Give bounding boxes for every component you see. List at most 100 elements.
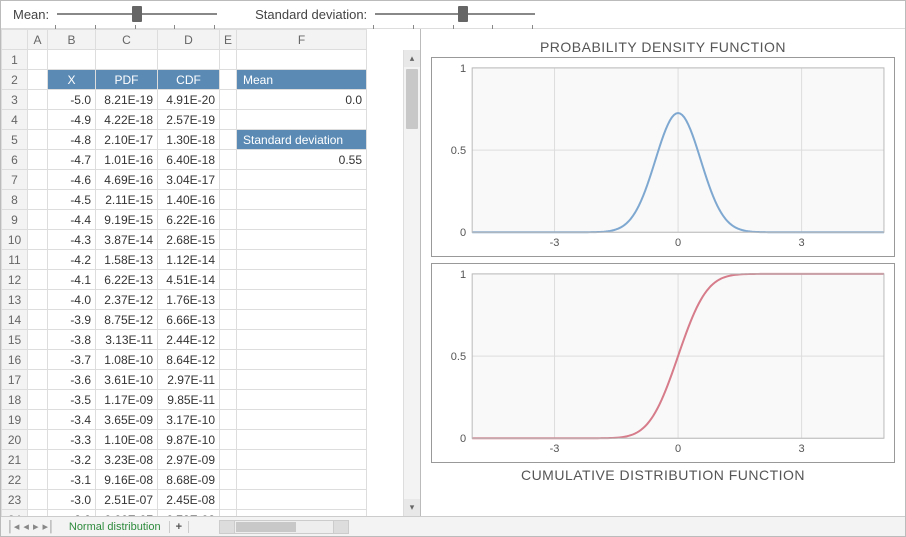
cell[interactable] <box>237 430 367 450</box>
cell[interactable]: 9.16E-08 <box>96 470 158 490</box>
cell[interactable]: 9.87E-10 <box>158 430 220 450</box>
col-header-A[interactable]: A <box>28 30 48 50</box>
header-x[interactable]: X <box>48 70 96 90</box>
cell[interactable]: 2.68E-15 <box>158 230 220 250</box>
cell[interactable]: 6.40E-18 <box>158 150 220 170</box>
cell[interactable]: 2.97E-09 <box>158 450 220 470</box>
cell[interactable]: -3.6 <box>48 370 96 390</box>
cell[interactable] <box>237 270 367 290</box>
row-header[interactable]: 2 <box>2 70 28 90</box>
cell[interactable]: -4.5 <box>48 190 96 210</box>
corner-cell[interactable] <box>2 30 28 50</box>
cell[interactable]: 4.51E-14 <box>158 270 220 290</box>
cell[interactable] <box>28 210 48 230</box>
cell[interactable] <box>28 430 48 450</box>
row-header[interactable]: 17 <box>2 370 28 390</box>
row-header[interactable]: 18 <box>2 390 28 410</box>
cell[interactable] <box>220 430 237 450</box>
cell[interactable]: 2.11E-15 <box>96 190 158 210</box>
cell[interactable] <box>237 470 367 490</box>
cell[interactable]: -3.9 <box>48 310 96 330</box>
cell[interactable] <box>28 250 48 270</box>
cell[interactable]: -3.4 <box>48 410 96 430</box>
cell[interactable]: -3.2 <box>48 450 96 470</box>
cell[interactable]: 9.19E-15 <box>96 210 158 230</box>
row-header[interactable]: 12 <box>2 270 28 290</box>
cell[interactable] <box>220 90 237 110</box>
cell[interactable] <box>220 510 237 517</box>
cell[interactable]: 3.65E-09 <box>96 410 158 430</box>
hscroll-thumb[interactable] <box>236 522 296 532</box>
cell[interactable] <box>237 190 367 210</box>
cell[interactable] <box>237 330 367 350</box>
cell[interactable] <box>237 230 367 250</box>
cell[interactable] <box>237 250 367 270</box>
sheet-tab[interactable]: Normal distribution <box>61 521 170 533</box>
cell[interactable] <box>237 50 367 70</box>
cell[interactable]: 1.01E-16 <box>96 150 158 170</box>
cell[interactable]: 2.51E-07 <box>96 490 158 510</box>
cell[interactable] <box>28 470 48 490</box>
vertical-scrollbar[interactable]: ▴ ▾ <box>403 50 420 516</box>
cell[interactable]: 8.64E-12 <box>158 350 220 370</box>
cell[interactable] <box>237 210 367 230</box>
cell[interactable]: 1.76E-13 <box>158 290 220 310</box>
cell[interactable] <box>220 450 237 470</box>
cell[interactable]: 3.61E-10 <box>96 370 158 390</box>
cell[interactable] <box>220 410 237 430</box>
row-header[interactable]: 6 <box>2 150 28 170</box>
mean-slider[interactable] <box>57 4 217 24</box>
cell[interactable]: 1.10E-08 <box>96 430 158 450</box>
scroll-thumb[interactable] <box>406 69 418 129</box>
col-header-B[interactable]: B <box>48 30 96 50</box>
row-header[interactable]: 10 <box>2 230 28 250</box>
cell[interactable]: 4.22E-18 <box>96 110 158 130</box>
cell[interactable] <box>28 330 48 350</box>
mean-header[interactable]: Mean <box>237 70 367 90</box>
cell[interactable]: -5.0 <box>48 90 96 110</box>
cell[interactable]: 2.57E-19 <box>158 110 220 130</box>
cell[interactable]: 4.91E-20 <box>158 90 220 110</box>
row-header[interactable]: 3 <box>2 90 28 110</box>
col-header-E[interactable]: E <box>220 30 237 50</box>
cell[interactable] <box>28 90 48 110</box>
cell[interactable]: -2.9 <box>48 510 96 517</box>
spreadsheet[interactable]: A B C D E F 12XPDFCDFMean3-5.08.21E-194.… <box>1 29 367 516</box>
cell[interactable]: -4.6 <box>48 170 96 190</box>
cell[interactable] <box>28 450 48 470</box>
cell[interactable] <box>28 150 48 170</box>
cell[interactable] <box>28 130 48 150</box>
cell[interactable]: -3.3 <box>48 430 96 450</box>
cell[interactable]: 1.40E-16 <box>158 190 220 210</box>
cell[interactable]: 1.30E-18 <box>158 130 220 150</box>
cell[interactable] <box>237 350 367 370</box>
cell[interactable] <box>237 110 367 130</box>
cell[interactable]: 6.66E-07 <box>96 510 158 517</box>
row-header[interactable]: 5 <box>2 130 28 150</box>
cell[interactable]: -3.1 <box>48 470 96 490</box>
cell[interactable]: -3.7 <box>48 350 96 370</box>
cell[interactable]: 1.12E-14 <box>158 250 220 270</box>
cell[interactable] <box>237 490 367 510</box>
cell[interactable] <box>237 510 367 517</box>
row-header[interactable]: 1 <box>2 50 28 70</box>
row-header[interactable]: 15 <box>2 330 28 350</box>
scroll-up-arrow[interactable]: ▴ <box>404 50 420 67</box>
cell[interactable]: 8.21E-19 <box>96 90 158 110</box>
cell[interactable]: 6.72E-08 <box>158 510 220 517</box>
cell[interactable]: 6.22E-16 <box>158 210 220 230</box>
cell[interactable] <box>28 70 48 90</box>
std-slider[interactable] <box>375 4 535 24</box>
cell[interactable] <box>237 170 367 190</box>
cell[interactable]: 9.85E-11 <box>158 390 220 410</box>
cell[interactable]: 6.66E-13 <box>158 310 220 330</box>
cell[interactable]: 2.97E-11 <box>158 370 220 390</box>
cell[interactable]: 2.10E-17 <box>96 130 158 150</box>
cell[interactable] <box>220 50 237 70</box>
cell[interactable]: -4.3 <box>48 230 96 250</box>
cell[interactable] <box>220 250 237 270</box>
cell[interactable]: 3.87E-14 <box>96 230 158 250</box>
cell[interactable] <box>220 370 237 390</box>
cell[interactable]: -4.9 <box>48 110 96 130</box>
cell[interactable] <box>28 510 48 517</box>
